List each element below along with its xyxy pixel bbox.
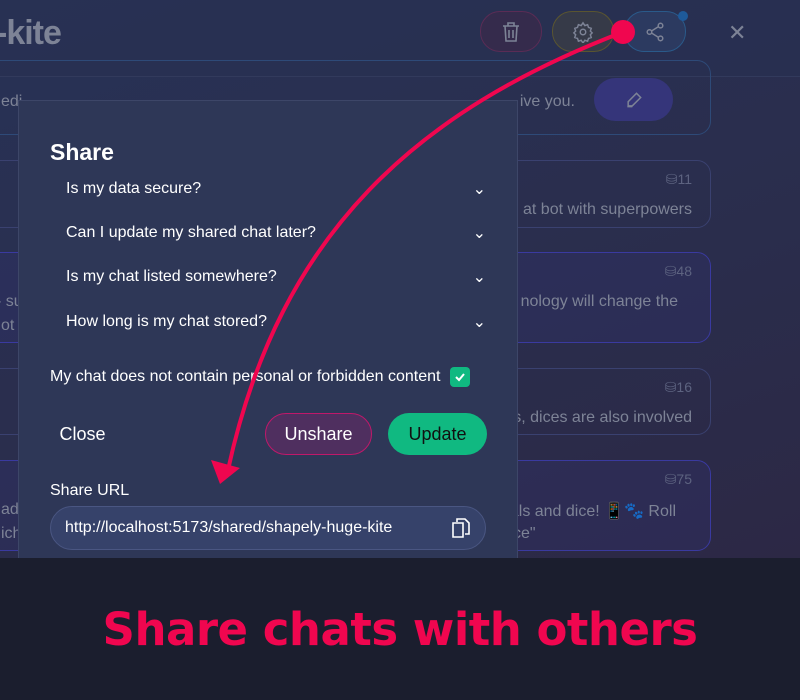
faq-question: How long is my chat stored? [66,313,267,330]
delete-button[interactable] [480,11,542,52]
card-text: ive you. [519,93,575,110]
share-url-label: Share URL [50,482,130,499]
faq-item[interactable]: How long is my chat stored? ⌄ [66,312,486,332]
caption-banner: Share chats with others [0,558,800,700]
faq-question: Is my data secure? [66,180,202,197]
copy-icon[interactable] [451,517,471,539]
chevron-down-icon: ⌄ [472,269,486,286]
chat-title: -kite [0,14,62,52]
gear-icon [572,21,594,43]
app-background: -kite ✕ edi ive you. ⛁11 at bot with sup… [0,0,800,558]
close-icon[interactable]: ✕ [728,20,746,46]
dialog-title: Share [50,139,114,165]
faq-item[interactable]: Is my data secure? ⌄ [66,179,486,199]
edit-button[interactable] [594,78,673,121]
unshare-button[interactable]: Unshare [265,413,372,455]
chevron-down-icon: ⌄ [472,314,486,331]
settings-button[interactable] [552,11,614,52]
share-url-field[interactable]: http://localhost:5173/shared/shapely-hug… [50,506,486,550]
check-icon [455,373,466,382]
faq-question: Can I update my shared chat later? [66,224,316,241]
token-count: ⛁48 [664,263,692,279]
faq-question: Is my chat listed somewhere? [66,268,277,285]
card-text: ad [1,501,19,518]
caption-text: Share chats with others [102,602,698,656]
update-button[interactable]: Update [388,413,487,455]
consent-checkbox-row[interactable]: My chat does not contain personal or for… [50,367,471,387]
pencil-icon [626,91,642,107]
card-text: nology will change the [520,293,678,310]
card-text: s, dices are also involved [513,409,692,426]
checkbox-label: My chat does not contain personal or for… [50,368,441,385]
token-count: ⛁75 [664,471,692,487]
consent-checkbox[interactable] [450,367,471,387]
share-dialog: Share Is my data secure? ⌄ Can I update m… [18,100,518,558]
trash-icon [503,21,519,42]
share-button[interactable] [624,11,686,52]
faq-item[interactable]: Is my chat listed somewhere? ⌄ [66,267,486,287]
close-button[interactable]: Close [50,413,115,455]
chevron-down-icon: ⌄ [472,181,486,198]
notification-dot [678,11,688,21]
chevron-down-icon: ⌄ [472,225,486,242]
card-text: at bot with superpowers [523,201,692,218]
token-count: ⛁11 [665,171,692,187]
token-count: ⛁16 [664,379,692,395]
card-text: ot [1,317,15,334]
card-text: als and dice! 📱🐾 Roll [509,503,676,520]
share-icon [646,22,664,41]
faq-item[interactable]: Can I update my shared chat later? ⌄ [66,223,486,243]
share-url-value: http://localhost:5173/shared/shapely-hug… [65,519,393,536]
